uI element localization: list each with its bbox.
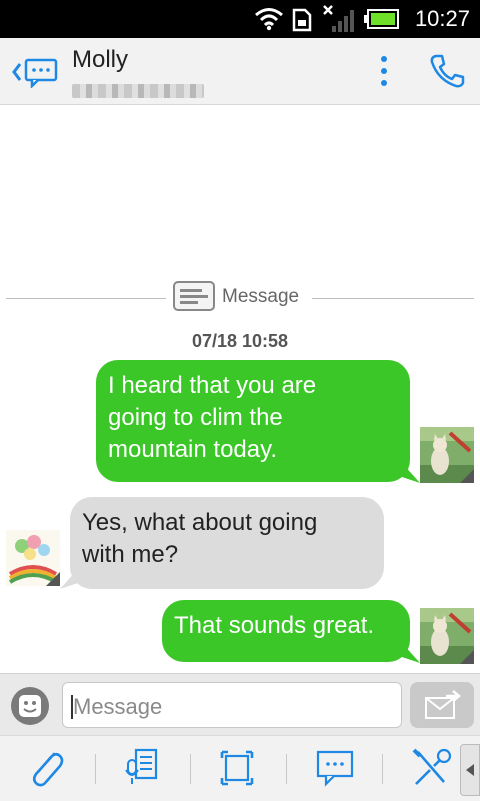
- outgoing-message-bubble[interactable]: That sounds great.: [162, 600, 410, 662]
- message-input[interactable]: Message: [62, 682, 402, 728]
- my-avatar[interactable]: [420, 427, 474, 483]
- wifi-icon: [255, 8, 283, 31]
- sim-card-icon: [292, 8, 312, 32]
- back-to-messages-icon[interactable]: [12, 56, 60, 88]
- quick-text-icon: [316, 750, 354, 787]
- status-bar: 10:27: [0, 0, 480, 38]
- message-line: Yes, what about going: [82, 509, 318, 536]
- toolbar-separator: [95, 754, 96, 784]
- contact-number-redacted: [72, 84, 204, 98]
- composer-bar: Message: [0, 673, 480, 736]
- message-timestamp: 07/18 10:58: [191, 331, 289, 351]
- quick-text-button[interactable]: [304, 744, 366, 792]
- message-line: That sounds great.: [174, 612, 375, 639]
- tools-button[interactable]: [400, 744, 462, 792]
- toolbar-separator: [382, 754, 383, 784]
- message-line: with me?: [82, 541, 179, 568]
- message-line: going to clim the: [108, 404, 283, 431]
- bouquet-photo-icon: [6, 530, 60, 586]
- cat-photo-icon: [420, 608, 474, 664]
- send-icon: [425, 690, 461, 719]
- message-input-placeholder: Message: [73, 694, 163, 719]
- toolbar-separator: [286, 754, 287, 784]
- divider-label: Message: [222, 286, 300, 307]
- battery-icon: [364, 9, 399, 29]
- cat-photo-icon: [420, 427, 474, 483]
- overflow-menu-icon[interactable]: [374, 54, 394, 88]
- message-line: I heard that you are: [108, 372, 317, 399]
- clock: 10:27: [414, 6, 470, 31]
- contact-name: Molly: [72, 46, 129, 73]
- conversation-thread[interactable]: Message 07/18 10:58 I heard that you are…: [0, 105, 480, 675]
- tools-icon: [412, 748, 452, 785]
- expand-button[interactable]: [206, 744, 268, 792]
- message-line: mountain today.: [108, 436, 277, 463]
- bottom-toolbar: [0, 735, 480, 801]
- attach-button[interactable]: [16, 744, 78, 792]
- message-type-icon: [173, 281, 215, 311]
- more-arrow-icon: [466, 764, 474, 776]
- incoming-message-bubble[interactable]: Yes, what about going with me?: [70, 497, 384, 589]
- attach-icon: [32, 752, 64, 787]
- message-divider: Message: [6, 280, 474, 316]
- bubble-tail-outgoing: [402, 643, 420, 663]
- toolbar-separator: [190, 754, 191, 784]
- call-icon[interactable]: [428, 52, 466, 90]
- conversation-header: Molly: [0, 38, 480, 105]
- no-signal-icon: [323, 5, 354, 32]
- toolbar-more-button[interactable]: [460, 744, 480, 796]
- outgoing-message-bubble[interactable]: I heard that you are going to clim the m…: [96, 360, 410, 482]
- send-button[interactable]: [410, 682, 474, 728]
- my-avatar[interactable]: [420, 608, 474, 664]
- bubble-tail-outgoing: [402, 463, 420, 483]
- contact-avatar[interactable]: [6, 530, 60, 586]
- notes-button[interactable]: [112, 744, 174, 792]
- emoji-icon[interactable]: [10, 686, 50, 726]
- expand-icon: [220, 750, 254, 786]
- notes-icon: [125, 748, 158, 784]
